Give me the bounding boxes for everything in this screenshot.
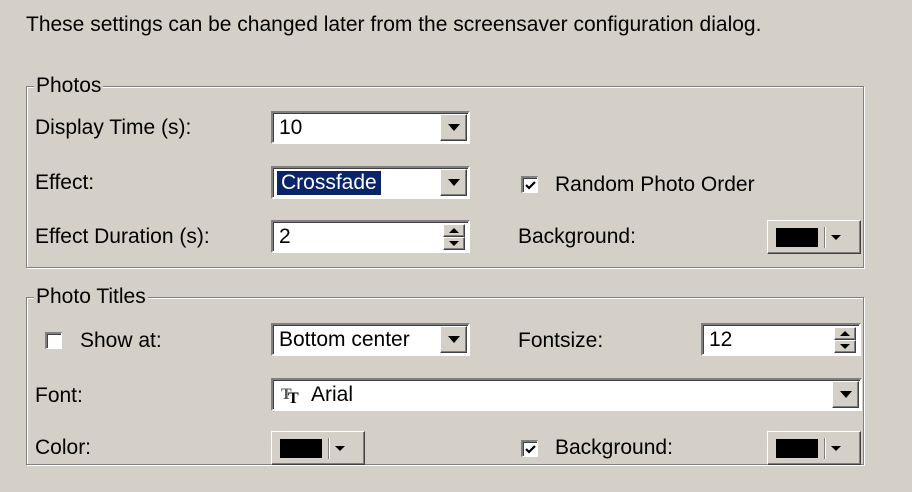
effect-duration-value: 2 — [279, 224, 291, 248]
chevron-down-icon — [449, 241, 459, 246]
chevron-down-icon — [831, 235, 841, 240]
effect-duration-label: Effect Duration (s): — [35, 225, 210, 248]
photos-background-color-button[interactable] — [767, 220, 861, 254]
truetype-font-icon: T T — [281, 386, 299, 404]
font-combobox[interactable]: T T Arial — [271, 378, 862, 411]
display-time-combobox[interactable]: 10 — [271, 111, 470, 144]
fontsize-decrement-button[interactable] — [834, 340, 856, 353]
show-at-value: Bottom center — [279, 327, 410, 351]
show-at-label: Show at: — [80, 329, 162, 352]
color-swatch — [776, 439, 818, 458]
effect-dropdown-button[interactable] — [440, 169, 467, 196]
intro-text: These settings can be changed later from… — [26, 13, 762, 36]
chevron-up-icon — [449, 228, 459, 233]
fontsize-value: 12 — [709, 327, 733, 351]
effect-duration-spinner[interactable]: 2 — [271, 220, 470, 253]
title-background-color-button[interactable] — [767, 431, 861, 465]
color-swatch — [776, 228, 818, 247]
chevron-up-icon — [840, 331, 850, 336]
color-label: Color: — [35, 436, 92, 459]
random-photo-order-checkbox[interactable] — [521, 176, 538, 193]
title-background-checkbox[interactable] — [521, 440, 538, 457]
chevron-down-icon — [839, 391, 852, 398]
divider — [328, 438, 329, 459]
effect-label: Effect: — [35, 171, 95, 194]
checkmark-icon — [525, 445, 536, 454]
chevron-down-icon — [335, 446, 345, 451]
checkmark-icon — [525, 181, 536, 190]
display-time-dropdown-button[interactable] — [440, 114, 467, 141]
fontsize-increment-button[interactable] — [834, 327, 856, 340]
font-dropdown-button[interactable] — [832, 381, 859, 408]
photos-group-title: Photos — [34, 74, 104, 98]
chevron-down-icon — [447, 124, 460, 131]
chevron-down-icon — [840, 344, 850, 349]
display-time-label: Display Time (s): — [35, 116, 192, 139]
divider — [824, 227, 825, 248]
photos-background-label: Background: — [518, 225, 636, 248]
photo-titles-group-title: Photo Titles — [34, 285, 148, 309]
title-background-label: Background: — [555, 436, 673, 459]
font-label: Font: — [35, 384, 83, 407]
random-photo-order-label: Random Photo Order — [555, 173, 755, 196]
chevron-down-icon — [447, 179, 460, 186]
show-at-checkbox[interactable] — [45, 332, 62, 349]
color-swatch — [280, 439, 322, 458]
display-time-value: 10 — [279, 115, 303, 139]
divider — [824, 438, 825, 459]
chevron-down-icon — [447, 336, 460, 343]
fontsize-spinner[interactable]: 12 — [701, 323, 861, 356]
show-at-dropdown-button[interactable] — [440, 326, 467, 353]
effect-value: Crossfade — [276, 169, 382, 196]
font-value: Arial — [311, 382, 354, 406]
effect-duration-increment-button[interactable] — [443, 224, 465, 237]
svg-text:T: T — [288, 390, 299, 404]
effect-duration-decrement-button[interactable] — [443, 237, 465, 250]
title-color-button[interactable] — [271, 431, 365, 465]
show-at-combobox[interactable]: Bottom center — [271, 323, 470, 356]
chevron-down-icon — [831, 446, 841, 451]
effect-combobox[interactable]: Crossfade — [271, 166, 470, 199]
fontsize-label: Fontsize: — [518, 329, 604, 352]
